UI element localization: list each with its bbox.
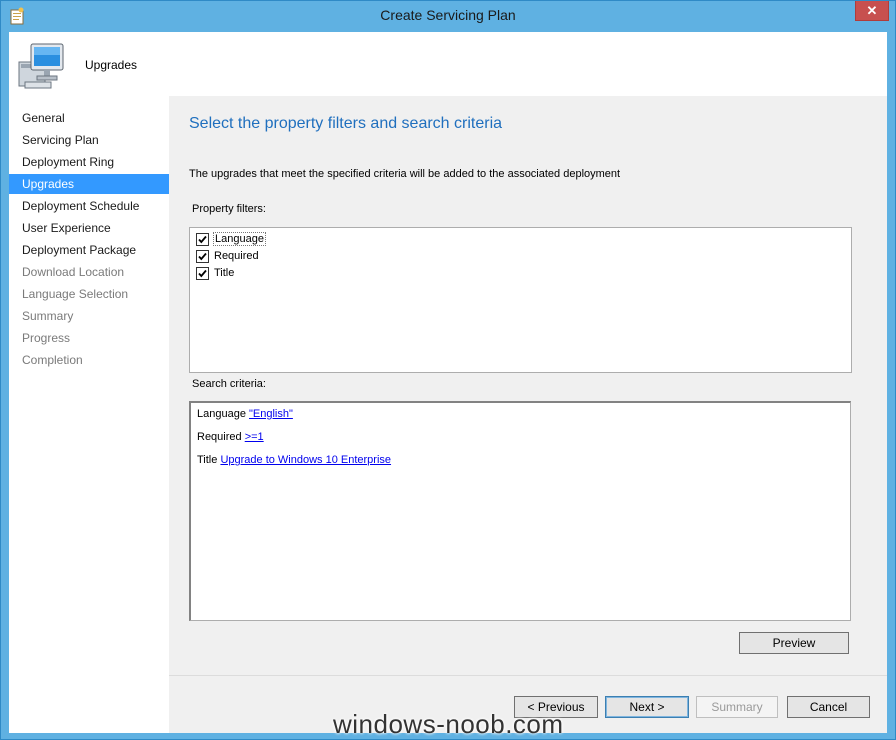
- criteria-value-link[interactable]: Upgrade to Windows 10 Enterprise: [220, 454, 391, 466]
- filter-checkbox-language[interactable]: [196, 232, 209, 246]
- wizard-client-area: Upgrades General Servicing Plan Deployme…: [9, 32, 887, 733]
- cancel-button[interactable]: Cancel: [787, 696, 870, 718]
- watermark-text: windows-noob.com: [333, 709, 564, 739]
- search-criteria-box: Language "English" Required >=1 Title Up…: [189, 401, 851, 621]
- criteria-row-required: Required >=1: [197, 431, 264, 443]
- criteria-value-link[interactable]: >=1: [245, 431, 264, 443]
- computer-icon: [18, 43, 64, 89]
- sidebar-item-summary: Summary: [22, 309, 74, 323]
- next-button[interactable]: Next >: [605, 696, 689, 718]
- description-text: The upgrades that meet the specified cri…: [189, 168, 621, 180]
- checkmark-icon: [198, 269, 207, 277]
- sidebar-item-progress: Progress: [22, 331, 71, 345]
- sidebar-item-language-selection: Language Selection: [22, 287, 129, 301]
- wizard-window: Create Servicing Plan ✕ Upgrades General…: [0, 0, 896, 740]
- wizard-header: Upgrades: [9, 32, 887, 96]
- sidebar-item-completion: Completion: [22, 353, 83, 367]
- search-criteria-label: Search criteria:: [192, 378, 266, 390]
- filter-item-language[interactable]: Language: [196, 231, 266, 247]
- filter-label-title: Title: [214, 267, 235, 279]
- property-filters-label: Property filters:: [192, 203, 266, 215]
- wizard-content: Select the property filters and search c…: [169, 96, 887, 676]
- criteria-name: Language: [197, 408, 246, 420]
- filter-label-required: Required: [214, 250, 259, 262]
- filter-item-required[interactable]: Required: [196, 248, 259, 264]
- close-button[interactable]: ✕: [855, 1, 889, 21]
- sidebar-item-general[interactable]: General: [9, 108, 169, 128]
- sidebar-item-deployment-ring[interactable]: Deployment Ring: [9, 152, 169, 172]
- window-title: Create Servicing Plan: [380, 7, 516, 23]
- checkmark-icon: [198, 235, 207, 243]
- property-filters-list: Language Required Title: [189, 227, 852, 373]
- page-title: Upgrades: [85, 58, 138, 72]
- sidebar-item-user-experience[interactable]: User Experience: [9, 218, 169, 238]
- wizard-sidebar: General Servicing Plan Deployment Ring U…: [9, 96, 169, 733]
- sidebar-item-upgrades[interactable]: Upgrades: [9, 174, 169, 194]
- summary-button: Summary: [696, 696, 778, 718]
- preview-button[interactable]: Preview: [739, 632, 849, 654]
- sidebar-item-deployment-schedule[interactable]: Deployment Schedule: [9, 196, 169, 216]
- close-icon: ✕: [866, 3, 878, 18]
- filter-checkbox-required[interactable]: [196, 249, 209, 263]
- filter-checkbox-title[interactable]: [196, 266, 209, 280]
- criteria-name: Title: [197, 454, 218, 466]
- sidebar-item-servicing-plan[interactable]: Servicing Plan: [9, 130, 169, 150]
- criteria-value-link[interactable]: "English": [249, 408, 293, 420]
- criteria-name: Required: [197, 431, 242, 443]
- sidebar-item-deployment-package[interactable]: Deployment Package: [9, 240, 169, 260]
- checkmark-icon: [198, 252, 207, 260]
- footer-divider: [169, 675, 887, 676]
- title-bar[interactable]: Create Servicing Plan ✕: [1, 1, 895, 32]
- section-heading: Select the property filters and search c…: [189, 115, 503, 132]
- criteria-row-title: Title Upgrade to Windows 10 Enterprise: [197, 454, 391, 466]
- criteria-row-language: Language "English": [197, 408, 293, 420]
- sidebar-item-download-location: Download Location: [22, 265, 125, 279]
- filter-label-language: Language: [213, 232, 266, 246]
- filter-item-title[interactable]: Title: [196, 265, 234, 281]
